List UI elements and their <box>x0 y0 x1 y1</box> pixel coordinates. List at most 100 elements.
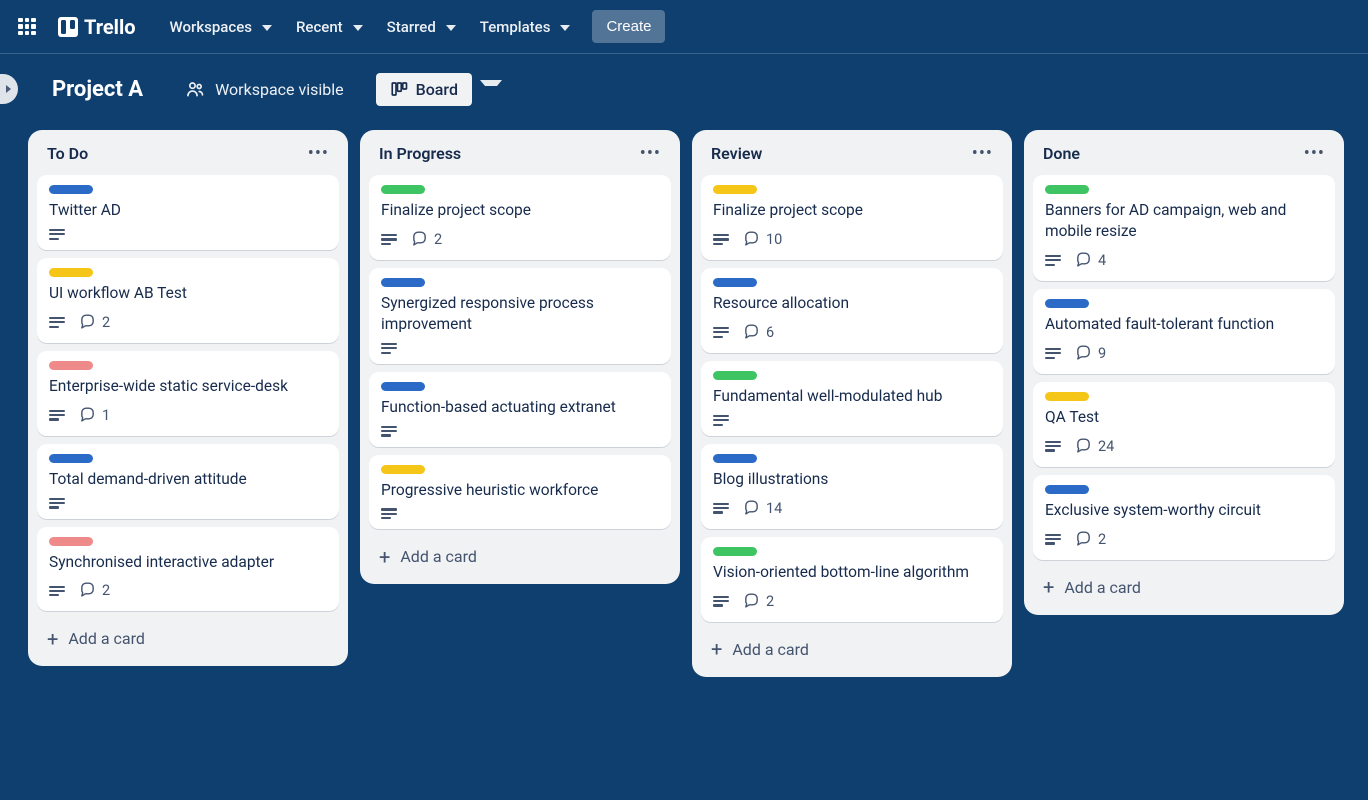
visibility-label: Workspace visible <box>215 80 344 99</box>
comments-badge: 2 <box>743 591 774 612</box>
card-badges: 4 <box>1045 250 1323 271</box>
apps-menu-button[interactable] <box>10 10 44 44</box>
description-badge <box>713 596 729 607</box>
card[interactable]: QA Test24 <box>1033 382 1335 467</box>
card-title: Resource allocation <box>713 293 991 314</box>
add-card-button[interactable]: +Add a card <box>369 539 671 574</box>
sidebar-expand-button[interactable] <box>0 74 18 104</box>
chevron-down-icon <box>262 25 272 31</box>
trello-logo[interactable]: Trello <box>50 15 144 39</box>
nav-menu-label: Recent <box>296 18 343 36</box>
comments-count: 14 <box>766 500 782 517</box>
card-label[interactable] <box>49 361 93 370</box>
card-title: Enterprise-wide static service-desk <box>49 376 327 397</box>
add-card-button[interactable]: +Add a card <box>1033 570 1335 605</box>
add-card-button[interactable]: +Add a card <box>701 632 1003 667</box>
card-label[interactable] <box>1045 185 1089 194</box>
description-icon <box>49 410 65 421</box>
card[interactable]: Enterprise-wide static service-desk1 <box>37 351 339 436</box>
card-label[interactable] <box>713 454 757 463</box>
description-icon <box>381 426 397 437</box>
nav-menu-templates[interactable]: Templates <box>470 12 581 42</box>
card-label[interactable] <box>713 547 757 556</box>
card-label[interactable] <box>381 185 425 194</box>
card-label[interactable] <box>381 382 425 391</box>
comments-badge: 2 <box>1075 529 1106 550</box>
create-button[interactable]: Create <box>592 10 665 43</box>
board-title[interactable]: Project A <box>42 72 153 107</box>
comments-badge: 2 <box>79 580 110 601</box>
list-menu-button[interactable]: ••• <box>638 146 663 162</box>
board-view-button[interactable]: Board <box>376 73 472 106</box>
card[interactable]: Progressive heuristic workforce <box>369 455 671 530</box>
card[interactable]: Function-based actuating extranet <box>369 372 671 447</box>
card[interactable]: Synchronised interactive adapter2 <box>37 527 339 612</box>
comments-count: 2 <box>766 593 774 610</box>
card[interactable]: Vision-oriented bottom-line algorithm 2 <box>701 537 1003 622</box>
card-badges: 9 <box>1045 343 1323 364</box>
add-card-label: Add a card <box>732 640 809 659</box>
card-label[interactable] <box>49 185 93 194</box>
card-label[interactable] <box>49 268 93 277</box>
description-icon <box>713 503 729 514</box>
card[interactable]: Automated fault-tolerant function9 <box>1033 289 1335 374</box>
nav-menu-recent[interactable]: Recent <box>286 12 373 42</box>
card[interactable]: Exclusive system-worthy circuit2 <box>1033 475 1335 560</box>
card-label[interactable] <box>381 278 425 287</box>
description-icon <box>381 508 397 519</box>
card-label[interactable] <box>1045 299 1089 308</box>
description-icon <box>49 498 65 509</box>
card[interactable]: UI workflow AB Test2 <box>37 258 339 343</box>
list-title[interactable]: To Do <box>47 144 88 163</box>
nav-menu-workspaces[interactable]: Workspaces <box>160 12 282 42</box>
view-switcher-dropdown[interactable] <box>480 80 502 98</box>
description-badge <box>49 317 65 328</box>
card-label[interactable] <box>713 371 757 380</box>
list-title[interactable]: Done <box>1043 144 1080 163</box>
description-icon <box>713 234 729 245</box>
list-menu-button[interactable]: ••• <box>970 146 995 162</box>
description-badge <box>1045 255 1061 266</box>
card-labels <box>1045 299 1323 308</box>
card-label[interactable] <box>1045 485 1089 494</box>
card-title: Vision-oriented bottom-line algorithm <box>713 562 991 583</box>
list-menu-button[interactable]: ••• <box>1302 146 1327 162</box>
card-label[interactable] <box>713 278 757 287</box>
visibility-button[interactable]: Workspace visible <box>175 73 354 105</box>
card[interactable]: Resource allocation 6 <box>701 268 1003 353</box>
description-icon <box>381 234 397 245</box>
card[interactable]: Finalize project scope2 <box>369 175 671 260</box>
description-badge <box>381 343 397 354</box>
card[interactable]: Banners for AD campaign, web and mobile … <box>1033 175 1335 281</box>
card[interactable]: Synergized responsive process improvemen… <box>369 268 671 364</box>
add-card-label: Add a card <box>400 547 477 566</box>
description-icon <box>381 343 397 354</box>
card-label[interactable] <box>49 454 93 463</box>
card-label[interactable] <box>49 537 93 546</box>
description-badge <box>1045 441 1061 452</box>
list-title[interactable]: In Progress <box>379 144 461 163</box>
card-label[interactable] <box>1045 392 1089 401</box>
list-menu-button[interactable]: ••• <box>306 146 331 162</box>
card[interactable]: Twitter AD <box>37 175 339 250</box>
card[interactable]: Blog illustrations14 <box>701 444 1003 529</box>
card-labels <box>49 361 327 370</box>
comments-badge: 6 <box>743 322 774 343</box>
comments-badge: 2 <box>411 229 442 250</box>
description-badge <box>1045 534 1061 545</box>
list-title[interactable]: Review <box>711 144 762 163</box>
list: To Do•••Twitter ADUI workflow AB Test2En… <box>28 130 348 666</box>
card[interactable]: Fundamental well-modulated hub <box>701 361 1003 436</box>
card[interactable]: Total demand-driven attitude <box>37 444 339 519</box>
card[interactable]: Finalize project scope10 <box>701 175 1003 260</box>
card-labels <box>713 454 991 463</box>
comment-icon <box>1075 529 1092 550</box>
plus-icon: + <box>1043 579 1054 595</box>
nav-menu-label: Workspaces <box>170 18 252 36</box>
nav-menu-starred[interactable]: Starred <box>377 12 466 42</box>
description-badge <box>713 415 729 426</box>
add-card-button[interactable]: +Add a card <box>37 621 339 656</box>
card-label[interactable] <box>381 465 425 474</box>
card-label[interactable] <box>713 185 757 194</box>
card-labels <box>381 278 659 287</box>
